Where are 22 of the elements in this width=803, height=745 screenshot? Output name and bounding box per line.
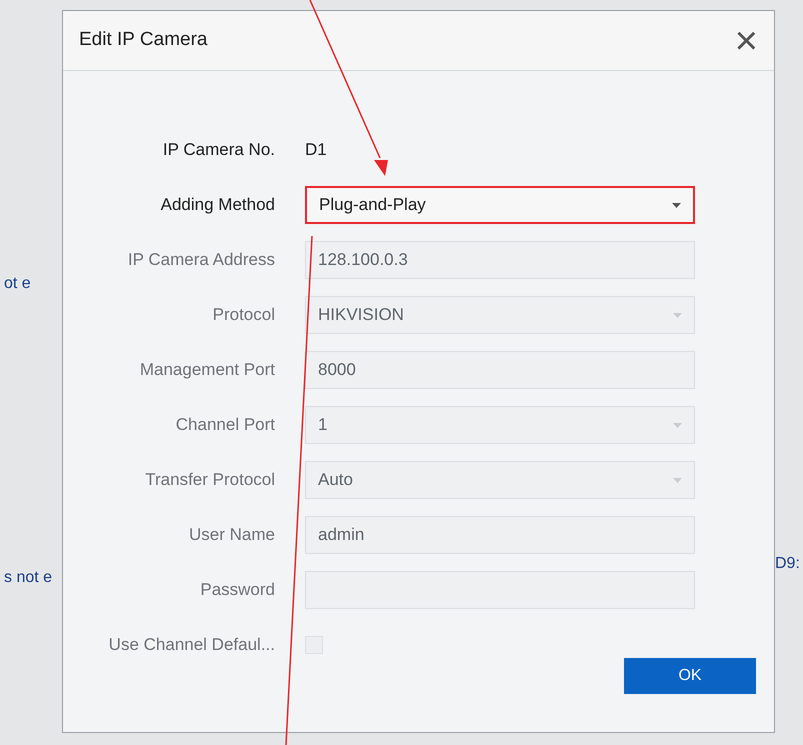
dialog-title: Edit IP Camera xyxy=(79,28,208,52)
caret-icon xyxy=(673,422,682,428)
field-label: IP Camera No. xyxy=(162,139,276,162)
field-label: IP Camera Address xyxy=(126,249,276,272)
field-label: User Name xyxy=(188,524,276,546)
caret-icon xyxy=(672,202,681,208)
field-value: D1 xyxy=(305,139,327,162)
field-label: Protocol xyxy=(212,304,276,326)
field-label: Use Channel Defaul... xyxy=(108,634,276,656)
field-label: Transfer Protocol xyxy=(144,469,276,492)
background-text: D9: xyxy=(775,554,801,574)
field-label: Password xyxy=(199,579,276,602)
field-label: Adding Method xyxy=(160,194,276,216)
background-text: s not e xyxy=(4,568,54,588)
field-label: Channel Port xyxy=(174,414,276,436)
ok-button[interactable]: OK xyxy=(624,658,756,694)
dropdown[interactable]: Plug-and-Play xyxy=(305,186,695,224)
close-button[interactable]: × xyxy=(734,20,758,60)
caret-icon xyxy=(673,478,682,482)
background-text: ot e xyxy=(4,274,32,294)
caret-icon xyxy=(673,312,682,318)
field-label: Management Port xyxy=(138,359,276,382)
